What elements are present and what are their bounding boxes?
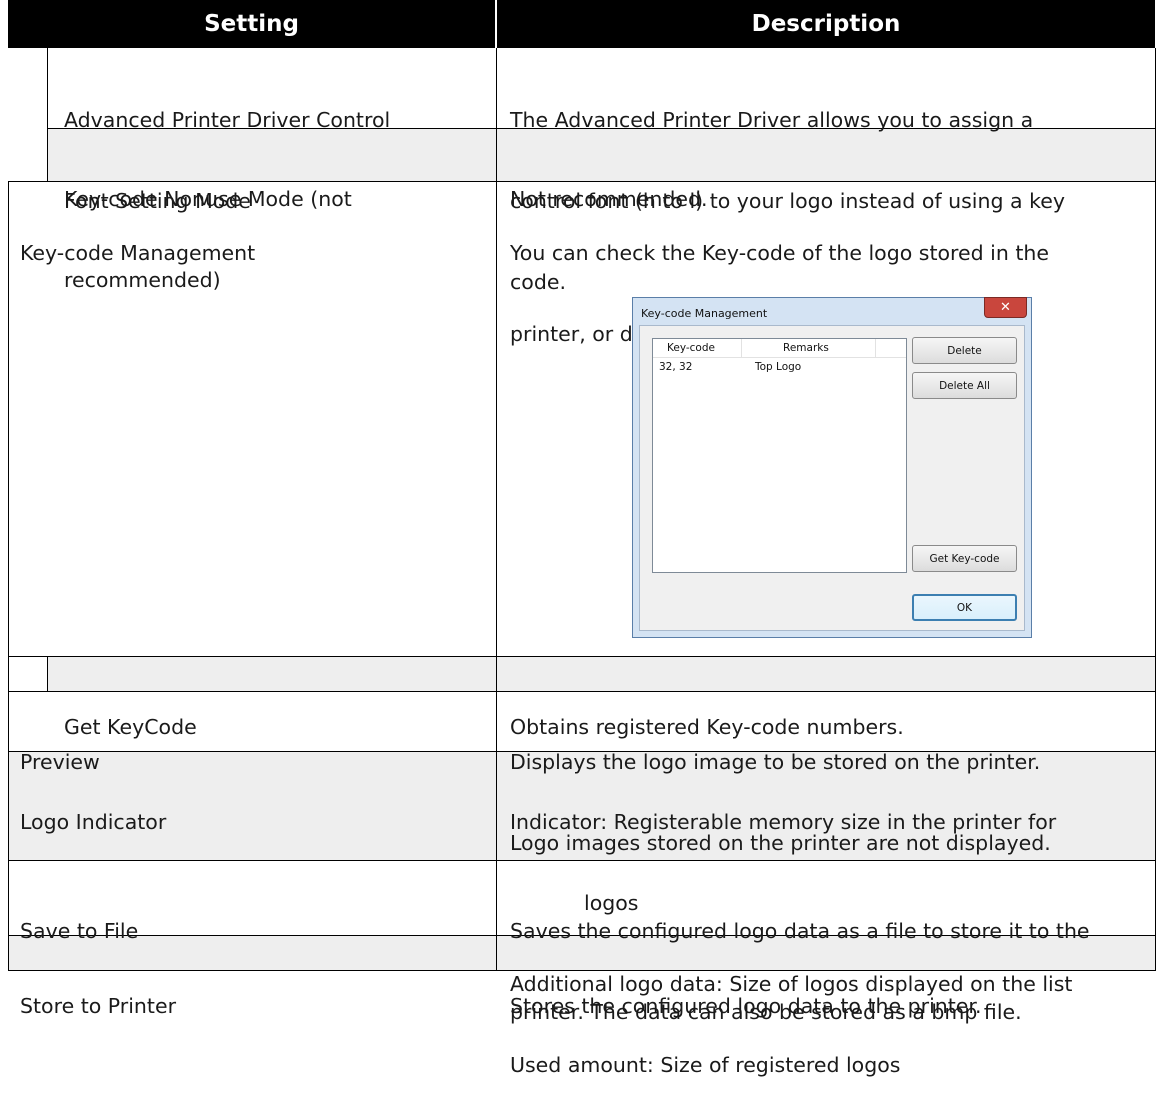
list-header: Key-code Remarks xyxy=(653,339,906,358)
grid-line xyxy=(1155,48,1156,971)
grid-line xyxy=(8,182,9,971)
column-header-keycode[interactable]: Key-code xyxy=(667,342,715,354)
grid-line xyxy=(8,656,1156,657)
get-keycode-button[interactable]: Get Key-code xyxy=(912,545,1017,572)
dialog-title: Key-code Management xyxy=(641,307,768,320)
header-description: Description xyxy=(497,0,1155,48)
setting-logo-indicator: Logo Indicator xyxy=(20,810,167,834)
dialog-body: Key-code Remarks 32, 32 Top Logo Delete … xyxy=(639,325,1025,631)
close-icon[interactable]: ✕ xyxy=(984,297,1027,318)
delete-all-button[interactable]: Delete All xyxy=(912,372,1017,399)
grid-line xyxy=(496,48,497,971)
delete-button[interactable]: Delete xyxy=(912,337,1017,364)
keycode-list[interactable]: Key-code Remarks 32, 32 Top Logo xyxy=(652,338,907,573)
grid-line xyxy=(47,656,48,692)
ok-button[interactable]: OK xyxy=(912,594,1017,621)
grid-line xyxy=(47,48,48,182)
list-item-keycode[interactable]: 32, 32 xyxy=(659,361,692,373)
setting-store-to-printer: Store to Printer xyxy=(20,994,176,1018)
keycode-management-dialog: Key-code Management ✕ Key-code Remarks 3… xyxy=(632,297,1032,638)
setting-keycode-management: Key-code Management xyxy=(20,241,256,265)
column-header-remarks[interactable]: Remarks xyxy=(783,342,829,354)
header-setting: Setting xyxy=(8,0,495,48)
column-separator xyxy=(875,339,876,357)
column-separator xyxy=(741,339,742,357)
description-store-to-printer: Stores the configured logo data to the p… xyxy=(510,994,982,1018)
list-item-remarks[interactable]: Top Logo xyxy=(755,361,801,373)
